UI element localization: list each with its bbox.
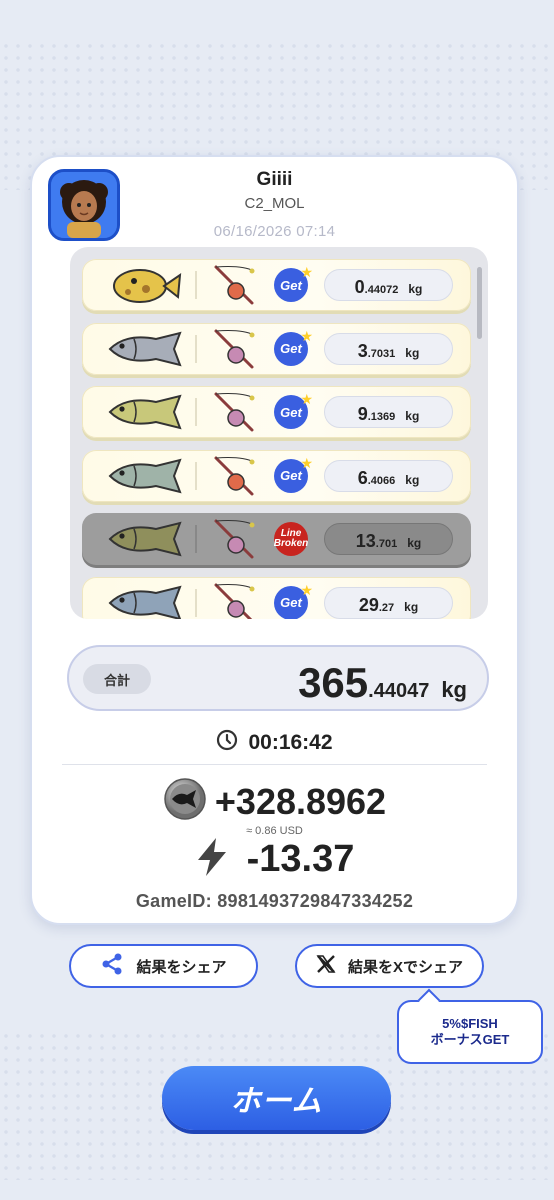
weight-dec: .1369 [367, 411, 396, 423]
share-button[interactable]: 結果をシェア [69, 944, 258, 988]
total-weight-dec: .44047 [368, 680, 430, 702]
weight-int: 9 [357, 404, 368, 424]
share-x-button-label: 結果をXでシェア [347, 958, 463, 976]
catch-weight: 29.27 kg [324, 586, 453, 619]
pink-rod-icon [212, 390, 258, 434]
user-code: C2_MOL [244, 195, 305, 212]
share-x-button[interactable]: 結果をXでシェア [295, 944, 484, 988]
catch-row[interactable]: Get ★ 29.27 kg [82, 576, 471, 619]
row-divider [195, 461, 197, 490]
sparkle-icon: ★ [300, 391, 313, 407]
row-divider [195, 525, 197, 553]
catch-list[interactable]: Get ★ 0.44072 kg Get ★ 3.7031 kg Get ★ 9.1369 kg Get… [70, 247, 488, 619]
reward-line: +328.8962 [32, 777, 517, 826]
catch-row[interactable]: Line Broken 13.701 kg [82, 513, 471, 565]
bass-icon [104, 392, 184, 432]
total-label: 合計 [83, 664, 151, 694]
weight-unit: kg [405, 472, 420, 487]
tooltip-line2: ボーナスGET [430, 1032, 510, 1047]
row-divider [195, 271, 197, 299]
timer-value: 00:16:42 [248, 731, 333, 754]
divider [62, 764, 487, 765]
weight-dec: .7031 [367, 347, 396, 360]
get-badge: Get ★ [274, 391, 313, 429]
username: Giiii [256, 169, 293, 190]
result-card: Giiii C2_MOL 06/16/2026 07:14 Get ★ 0.4407… [30, 155, 519, 925]
bonus-tooltip: 5%$FISH ボーナスGET [397, 1000, 543, 1064]
weight-unit: kg [405, 345, 420, 360]
weight-unit: kg [404, 599, 419, 614]
weight-unit: kg [405, 409, 420, 423]
sparkle-icon: ★ [300, 454, 313, 471]
trout-icon [104, 456, 184, 496]
tooltip-line1: 5%$FISH [442, 1016, 498, 1031]
row-divider [195, 398, 197, 426]
fish-coin-icon [163, 777, 207, 826]
pink-rod-icon [212, 327, 258, 371]
bass-icon [104, 519, 184, 559]
game-id: GameID: 8981493729847334252 [135, 891, 414, 911]
pink-rod-icon [212, 581, 258, 619]
catch-row[interactable]: Get ★ 9.1369 kg [82, 386, 471, 438]
weight-int: 6 [357, 467, 368, 488]
sparkle-icon: ★ [300, 581, 313, 598]
sparkle-icon: ★ [300, 264, 313, 280]
timer: 00:16:42 [32, 729, 517, 757]
total-weight-unit: kg [441, 677, 467, 702]
row-divider [195, 334, 197, 363]
line-broken-badge: Line Broken [274, 522, 308, 556]
total-weight-int: 365 [298, 659, 369, 706]
share-button-label: 結果をシェア [136, 958, 227, 976]
row-divider [195, 588, 197, 617]
weight-dec: .44072 [364, 284, 399, 296]
x-logo-icon [316, 954, 336, 978]
home-button[interactable]: ホーム [162, 1066, 391, 1130]
catch-row[interactable]: Get ★ 3.7031 kg [82, 322, 471, 375]
total-panel: 合計 365 .44047 kg [67, 645, 489, 711]
pufferfish-icon [104, 265, 184, 305]
reward-usd: ≈ 0.86 USD [246, 825, 303, 837]
weight-dec: .4066 [367, 474, 396, 487]
scrollbar[interactable] [477, 267, 482, 339]
catch-row[interactable]: Get ★ 6.4066 kg [82, 449, 471, 502]
catch-row[interactable]: Get ★ 0.44072 kg [82, 259, 471, 311]
catch-weight: 3.7031 kg [324, 332, 453, 365]
pink-rod-icon [212, 517, 258, 561]
get-badge: Get ★ [274, 328, 313, 366]
weight-int: 0 [354, 277, 365, 297]
sparkle-icon: ★ [300, 327, 313, 344]
weight-int: 29 [358, 594, 379, 615]
reward-amount: +328.8962 [214, 780, 387, 822]
get-badge: Get ★ [274, 264, 313, 302]
catch-weight: 9.1369 kg [324, 396, 453, 428]
datetime: 06/16/2026 07:14 [213, 223, 336, 240]
lightning-icon [195, 837, 229, 882]
red-rod-icon [212, 454, 258, 498]
grey-fish-icon [104, 329, 184, 369]
get-badge: Get ★ [274, 455, 313, 493]
weight-int: 3 [357, 340, 368, 361]
weight-dec: .701 [375, 538, 398, 550]
weight-unit: kg [408, 282, 423, 296]
char-icon [104, 583, 184, 619]
clock-icon [216, 729, 238, 757]
red-rod-icon [212, 263, 258, 307]
share-icon [100, 952, 124, 980]
catch-weight: 6.4066 kg [324, 459, 453, 492]
weight-dec: .27 [378, 601, 395, 614]
catch-weight: 13.701 kg [324, 523, 453, 555]
weight-int: 13 [355, 531, 376, 551]
energy-line: -13.37 [32, 837, 517, 882]
energy-amount: -13.37 [246, 838, 355, 880]
total-weight: 365 .44047 kg [298, 659, 467, 707]
catch-weight: 0.44072 kg [324, 269, 453, 301]
get-badge: Get ★ [274, 582, 313, 619]
weight-unit: kg [407, 536, 422, 550]
